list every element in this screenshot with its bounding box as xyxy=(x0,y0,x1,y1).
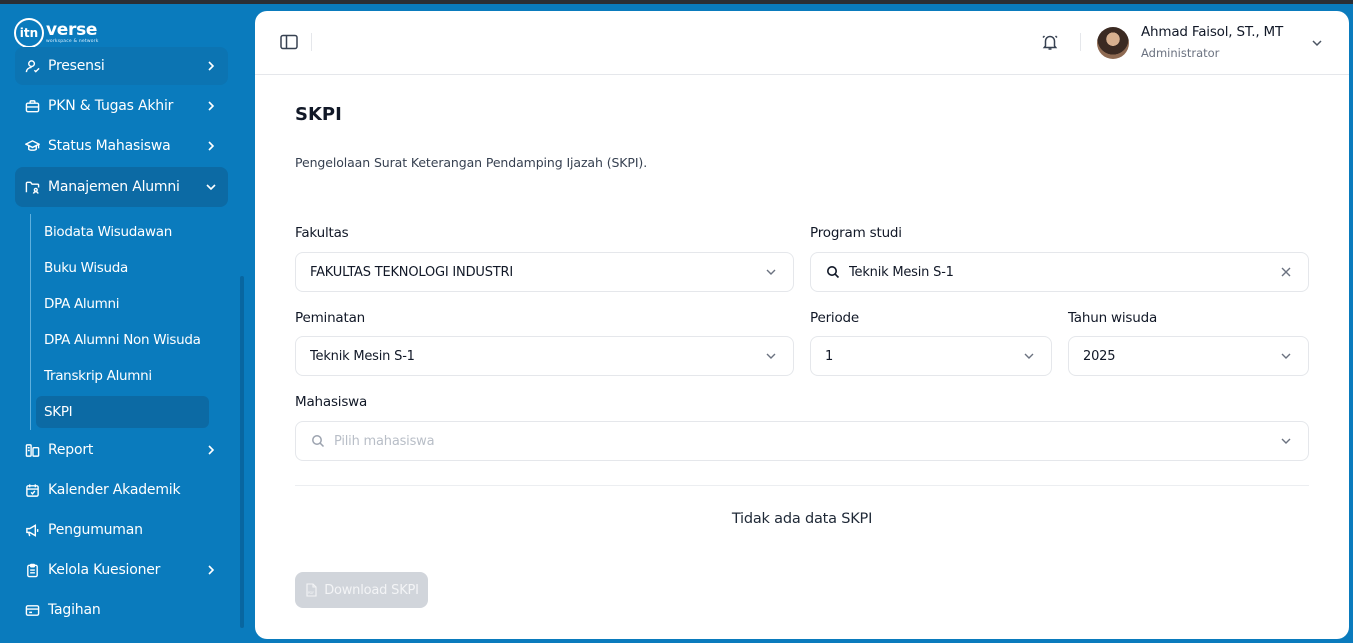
fakultas-select[interactable]: FAKULTAS TEKNOLOGI INDUSTRI xyxy=(295,252,794,292)
chevron-down-icon xyxy=(1021,348,1037,364)
sidebar-item-label: Pengumuman xyxy=(48,522,143,538)
periode-label: Periode xyxy=(810,310,860,326)
peminatan-label: Peminatan xyxy=(295,310,366,326)
top-header: Ahmad Faisol, ST., MT Administrator xyxy=(255,11,1349,75)
sidebar-item-tagihan[interactable]: Tagihan xyxy=(15,591,228,629)
invoice-icon xyxy=(24,602,40,618)
search-icon xyxy=(310,433,326,449)
sidebar-subitem-biodata-wisudawan[interactable]: Biodata Wisudawan xyxy=(36,216,209,248)
sidebar-subitem-dpa-alumni-non-wisuda[interactable]: DPA Alumni Non Wisuda xyxy=(36,324,209,356)
chevron-down-icon xyxy=(763,348,779,364)
app-logo[interactable]: itn verse workspace & network xyxy=(14,18,99,48)
tahun-wisuda-select[interactable]: 2025 xyxy=(1068,336,1309,376)
sidebar: itn verse workspace & network Presensi P… xyxy=(0,4,250,643)
prodi-label: Program studi xyxy=(810,225,902,241)
avatar[interactable] xyxy=(1097,27,1129,59)
sidebar-item-label: Manajemen Alumni xyxy=(48,179,180,195)
tahun-wisuda-label: Tahun wisuda xyxy=(1068,310,1158,326)
sidebar-item-label: Report xyxy=(48,442,94,458)
sidebar-item-label: Presensi xyxy=(48,58,105,74)
folder-user-icon xyxy=(24,179,40,195)
user-check-icon xyxy=(24,58,40,74)
sidebar-toggle-icon xyxy=(280,34,298,50)
logo-tagline: workspace & network xyxy=(46,38,99,44)
user-role: Administrator xyxy=(1141,46,1220,60)
chevron-down-icon xyxy=(204,180,218,194)
sidebar-item-kalender-akademik[interactable]: Kalender Akademik xyxy=(15,471,228,509)
tahun-wisuda-value: 2025 xyxy=(1083,348,1116,364)
sidebar-subitem-skpi[interactable]: SKPI xyxy=(36,396,209,428)
chevron-right-icon xyxy=(204,59,218,73)
chevron-right-icon xyxy=(204,139,218,153)
sidebar-item-label: Kalender Akademik xyxy=(48,482,181,498)
logo-mark: itn xyxy=(14,18,44,48)
clipboard-icon xyxy=(24,562,40,578)
sidebar-item-manajemen-alumni[interactable]: Manajemen Alumni xyxy=(15,167,228,207)
chevron-down-icon xyxy=(1278,433,1294,449)
content-divider xyxy=(295,485,1309,486)
sidebar-subitem-transkrip-alumni[interactable]: Transkrip Alumni xyxy=(36,360,209,392)
sidebar-item-status-mahasiswa[interactable]: Status Mahasiswa xyxy=(15,127,228,165)
sidebar-item-label: Status Mahasiswa xyxy=(48,138,171,154)
chevron-down-icon xyxy=(763,264,779,280)
megaphone-icon xyxy=(24,522,40,538)
prodi-value: Teknik Mesin S-1 xyxy=(849,264,954,280)
clear-icon[interactable] xyxy=(1278,264,1294,280)
calendar-icon xyxy=(24,482,40,498)
empty-state-text: Tidak ada data SKPI xyxy=(731,511,873,527)
briefcase-icon xyxy=(24,98,40,114)
mahasiswa-search-select[interactable]: Pilih mahasiswa xyxy=(295,421,1309,461)
page-title: SKPI xyxy=(295,104,342,125)
sidebar-item-label: Tagihan xyxy=(48,602,101,618)
header-divider xyxy=(311,33,312,51)
search-icon xyxy=(825,264,841,280)
sidebar-item-pkn-tugas-akhir[interactable]: PKN & Tugas Akhir xyxy=(15,87,228,125)
main-panel: Ahmad Faisol, ST., MT Administrator SKPI… xyxy=(255,11,1349,639)
sidebar-subitem-buku-wisuda[interactable]: Buku Wisuda xyxy=(36,252,209,284)
sidebar-item-label: PKN & Tugas Akhir xyxy=(48,98,174,114)
sidebar-item-pengumuman[interactable]: Pengumuman xyxy=(15,511,228,549)
chevron-down-icon xyxy=(1311,37,1323,49)
chevron-right-icon xyxy=(204,563,218,577)
submenu-guide-line xyxy=(30,214,31,430)
mahasiswa-label: Mahasiswa xyxy=(295,394,368,410)
header-divider xyxy=(1080,33,1081,51)
sidebar-subitem-dpa-alumni[interactable]: DPA Alumni xyxy=(36,288,209,320)
sidebar-item-kelola-kuesioner[interactable]: Kelola Kuesioner xyxy=(15,551,228,589)
download-skpi-button[interactable]: PDF Download SKPI xyxy=(295,572,428,608)
report-icon xyxy=(24,442,40,458)
svg-text:PDF: PDF xyxy=(307,591,314,595)
peminatan-select[interactable]: Teknik Mesin S-1 xyxy=(295,336,794,376)
periode-value: 1 xyxy=(825,348,834,364)
bell-icon xyxy=(1041,33,1059,51)
prodi-search-select[interactable]: Teknik Mesin S-1 xyxy=(810,252,1309,292)
notification-button[interactable] xyxy=(1040,32,1060,52)
chevron-down-icon xyxy=(1278,348,1294,364)
periode-select[interactable]: 1 xyxy=(810,336,1052,376)
sidebar-item-report[interactable]: Report xyxy=(15,431,228,469)
sidebar-item-label: Kelola Kuesioner xyxy=(48,562,161,578)
user-name: Ahmad Faisol, ST., MT xyxy=(1141,24,1284,40)
sidebar-toggle-button[interactable] xyxy=(279,33,299,51)
page-description: Pengelolaan Surat Keterangan Pendamping … xyxy=(295,155,648,170)
graduation-icon xyxy=(24,138,40,154)
logo-word: verse xyxy=(46,19,98,40)
chevron-right-icon xyxy=(204,443,218,457)
user-menu-button[interactable] xyxy=(1309,35,1325,51)
pdf-file-icon: PDF xyxy=(304,583,318,597)
chevron-right-icon xyxy=(204,99,218,113)
download-skpi-label: Download SKPI xyxy=(324,582,419,598)
sidebar-item-presensi[interactable]: Presensi xyxy=(15,47,228,85)
peminatan-value: Teknik Mesin S-1 xyxy=(310,348,415,364)
mahasiswa-placeholder: Pilih mahasiswa xyxy=(334,433,435,449)
sidebar-scrollbar[interactable] xyxy=(240,276,244,628)
fakultas-value: FAKULTAS TEKNOLOGI INDUSTRI xyxy=(310,264,513,280)
fakultas-label: Fakultas xyxy=(295,225,349,241)
